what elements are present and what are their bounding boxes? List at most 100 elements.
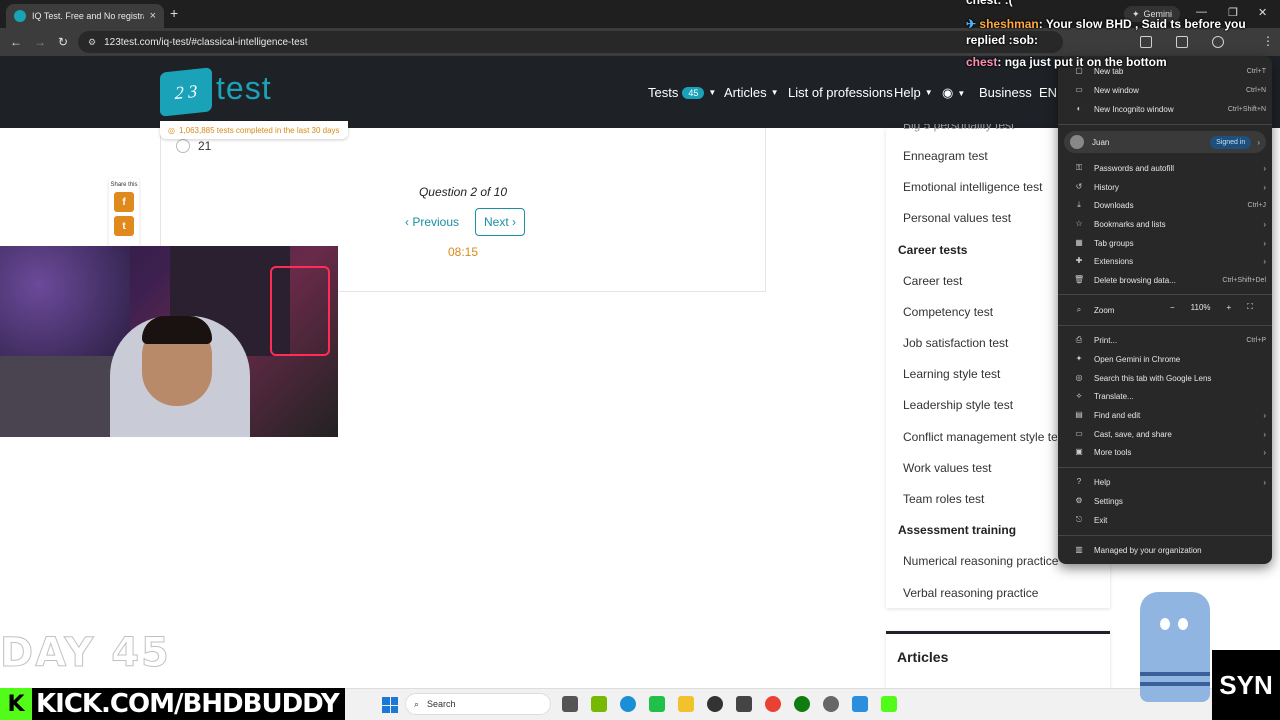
back-icon[interactable]: ←: [10, 35, 22, 49]
menu-item-delete-data[interactable]: 🗑 Delete browsing data... Ctrl+Shift+Del: [1074, 275, 1266, 285]
sidebar-item[interactable]: Enneagram test: [903, 149, 988, 163]
nav-business[interactable]: Business: [979, 85, 1032, 100]
sidebar-item[interactable]: Team roles test: [903, 492, 984, 506]
menu-item-passwords[interactable]: ⚿ Passwords and autofill ›: [1074, 163, 1266, 173]
menu-shortcut: Ctrl+Shift+N: [1227, 105, 1266, 113]
chevron-right-icon: ›: [1263, 447, 1266, 457]
calendar-icon[interactable]: [736, 696, 752, 712]
menu-item-new-window[interactable]: ▭ New window Ctrl+N: [1074, 85, 1266, 95]
twitter-share-icon[interactable]: t: [114, 216, 134, 236]
nav-help[interactable]: Help ▼: [894, 85, 933, 100]
menu-item-tab-groups[interactable]: ▦ Tab groups ›: [1074, 238, 1266, 248]
radio-button[interactable]: [176, 139, 190, 153]
sidebar-item[interactable]: Learning style test: [903, 367, 1000, 381]
menu-item-managed[interactable]: ▥ Managed by your organization: [1074, 545, 1266, 555]
sidebar-item[interactable]: Numerical reasoning practice: [903, 554, 1058, 568]
menu-item-history[interactable]: ↺ History ›: [1074, 182, 1266, 192]
menu-item-print[interactable]: ⎙ Print... Ctrl+P: [1074, 335, 1266, 345]
chevron-right-icon: ›: [1263, 477, 1266, 487]
nav-language[interactable]: EN: [1039, 85, 1057, 100]
sidebar-item[interactable]: Work values test: [903, 461, 991, 475]
nav-professions-label: List of professions: [788, 85, 893, 100]
menu-item-bookmarks[interactable]: ☆ Bookmarks and lists ›: [1074, 219, 1266, 229]
cast-icon: ▭: [1075, 429, 1083, 438]
menu-item-google-lens[interactable]: ◎ Search this tab with Google Lens: [1074, 373, 1266, 383]
menu-item-label: Translate...: [1094, 391, 1134, 401]
forward-icon[interactable]: →: [34, 35, 46, 49]
menu-item-downloads[interactable]: ⤓ Downloads Ctrl+J: [1074, 200, 1266, 210]
windows-start-icon[interactable]: [382, 697, 398, 713]
share-label: Share this: [110, 182, 138, 188]
menu-item-incognito[interactable]: ◐ New Incognito window Ctrl+Shift+N: [1074, 104, 1266, 114]
sidebar-item[interactable]: Career test: [903, 274, 962, 288]
nav-articles[interactable]: Articles ▼: [724, 85, 779, 100]
logo-text[interactable]: test: [216, 70, 272, 107]
menu-item-cast-save[interactable]: ▭ Cast, save, and share ›: [1074, 429, 1266, 439]
obs-icon[interactable]: [707, 696, 723, 712]
kick-app-icon[interactable]: [881, 696, 897, 712]
menu-item-label: Find and edit: [1094, 410, 1141, 420]
menu-item-label: Help: [1094, 477, 1111, 487]
fullscreen-icon[interactable]: ⛶: [1247, 302, 1253, 312]
menu-item-label: Delete browsing data...: [1094, 275, 1176, 285]
sidebar-item[interactable]: Leadership style test: [903, 398, 1013, 412]
sidebar-heading-assessment: Assessment training: [898, 523, 1017, 537]
sidebar-item[interactable]: Personal values test: [903, 211, 1011, 225]
reload-icon[interactable]: ↻: [58, 35, 68, 49]
menu-item-more-tools[interactable]: ▣ More tools ›: [1074, 447, 1266, 457]
grid-icon: ▦: [1075, 238, 1083, 247]
xbox-icon[interactable]: [794, 696, 810, 712]
avatar: [1070, 135, 1084, 149]
menu-item-extensions[interactable]: ✚ Extensions ›: [1074, 256, 1266, 266]
menu-item-gemini[interactable]: ✦ Open Gemini in Chrome: [1074, 354, 1266, 364]
chat-username: chest: [966, 55, 998, 69]
menu-item-exit[interactable]: ⎋ Exit: [1074, 515, 1266, 525]
chevron-down-icon: ▼: [770, 88, 779, 97]
nav-tests[interactable]: Tests 45 ▼: [648, 85, 716, 100]
sidebar-item[interactable]: Emotional intelligence test: [903, 180, 1042, 194]
nav-account[interactable]: ◉ ▼: [942, 85, 965, 101]
zoom-controls: − 110% + ⛶: [1170, 302, 1253, 312]
chrome-icon[interactable]: [765, 696, 781, 712]
menu-divider: [1058, 325, 1272, 326]
day-counter-overlay: DAY 45: [0, 630, 171, 677]
answer-option[interactable]: 21: [176, 139, 211, 153]
site-info-icon[interactable]: ⚙: [88, 37, 96, 48]
logo-cube-icon[interactable]: 2 3: [160, 67, 212, 117]
address-bar[interactable]: ⚙ 123test.com/iq-test/#classical-intelli…: [78, 31, 1063, 53]
menu-item-help[interactable]: ? Help ›: [1074, 477, 1266, 487]
edge-icon[interactable]: [620, 696, 636, 712]
app-icon[interactable]: [852, 696, 868, 712]
settings-icon[interactable]: [823, 696, 839, 712]
browser-tab[interactable]: IQ Test. Free and No registratio ×: [6, 4, 164, 28]
nvidia-icon[interactable]: [591, 696, 607, 712]
new-tab-icon[interactable]: +: [170, 5, 178, 21]
next-button[interactable]: Next ›: [475, 208, 525, 236]
menu-profile-row[interactable]: Juan Signed in ›: [1064, 131, 1266, 153]
menu-shortcut: Ctrl+N: [1245, 86, 1266, 94]
taskbar-search-label: Search: [427, 699, 456, 709]
task-view-icon[interactable]: [562, 696, 578, 712]
store-icon[interactable]: [649, 696, 665, 712]
menu-item-translate[interactable]: ⟡ Translate...: [1074, 391, 1266, 401]
zoom-in-button[interactable]: +: [1227, 303, 1232, 312]
sidebar-item[interactable]: Competency test: [903, 305, 993, 319]
sidebar-item[interactable]: Job satisfaction test: [903, 336, 1008, 350]
pin-icon: ✈: [966, 17, 977, 31]
previous-button[interactable]: ‹ Previous: [405, 215, 459, 229]
sidebar-item[interactable]: Verbal reasoning practice: [903, 586, 1038, 600]
menu-item-settings[interactable]: ⚙ Settings: [1074, 496, 1266, 506]
nav-professions[interactable]: List of professions: [788, 85, 893, 100]
puzzle-icon: ✚: [1075, 256, 1083, 265]
sidebar-item[interactable]: Conflict management style test: [903, 430, 1057, 444]
tests-count-badge: 45: [682, 86, 705, 99]
facebook-share-icon[interactable]: f: [114, 192, 134, 212]
zoom-out-button[interactable]: −: [1170, 303, 1175, 312]
trash-icon: 🗑: [1074, 275, 1085, 284]
menu-item-find-edit[interactable]: ▤ Find and edit ›: [1074, 410, 1266, 420]
taskbar-search[interactable]: ⌕ Search: [405, 693, 551, 715]
file-explorer-icon[interactable]: [678, 696, 694, 712]
close-window-icon[interactable]: ✕: [1258, 6, 1267, 19]
chrome-menu-icon[interactable]: ⋮: [1262, 34, 1274, 48]
close-tab-icon[interactable]: ×: [150, 10, 156, 22]
